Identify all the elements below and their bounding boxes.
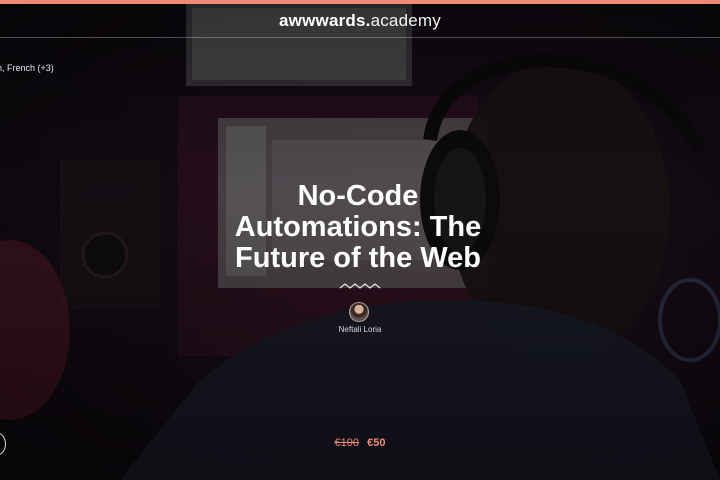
squiggle-divider-icon bbox=[339, 283, 381, 289]
course-price: €100 €50 bbox=[300, 437, 420, 449]
course-title: No-Code Automations: The Future of the W… bbox=[190, 181, 526, 274]
site-header: awwwards.academy bbox=[0, 4, 720, 38]
awwwards-academy-logo[interactable]: awwwards.academy bbox=[0, 4, 720, 38]
instructor-name[interactable]: Neftali Loria bbox=[300, 325, 420, 334]
logo-bold: awwwards. bbox=[279, 11, 371, 30]
sale-price: €50 bbox=[367, 437, 386, 449]
logo-regular: academy bbox=[370, 11, 441, 30]
course-title-line: No-Code bbox=[297, 180, 419, 212]
original-price: €100 bbox=[334, 437, 360, 449]
course-title-line: Future of the Web bbox=[235, 242, 481, 274]
instructor-avatar[interactable] bbox=[349, 302, 369, 322]
course-title-line: Automations: The bbox=[234, 211, 482, 243]
course-languages: h, French (+3) bbox=[0, 63, 54, 73]
